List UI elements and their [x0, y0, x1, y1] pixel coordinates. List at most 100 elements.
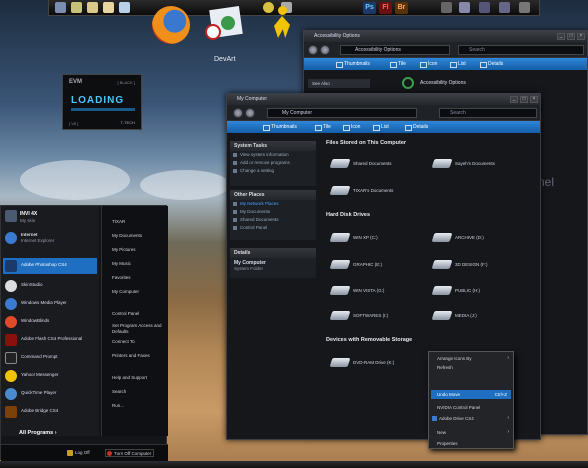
- close-button[interactable]: ×: [530, 96, 538, 103]
- turn-off-button[interactable]: Turn Off Computer: [105, 449, 155, 457]
- shared-documents-folder[interactable]: Shared Documents: [331, 156, 392, 172]
- address-field[interactable]: My Computer: [267, 108, 417, 118]
- right-item-program-access[interactable]: Set Program Access and Defaults: [112, 323, 162, 335]
- maximize-button[interactable]: □: [520, 96, 528, 103]
- right-item-favorites[interactable]: Favorites: [112, 275, 131, 280]
- right-item-my-documents[interactable]: My Documents: [112, 233, 142, 238]
- pinned-flash[interactable]: Adobe Flash CS4 Professional: [3, 332, 97, 348]
- search-input[interactable]: Search: [458, 45, 584, 55]
- my-documents-link[interactable]: My Documents: [230, 208, 316, 216]
- drive-c[interactable]: WIN XP (C:): [331, 230, 378, 246]
- search-input[interactable]: Search: [439, 108, 537, 118]
- right-item-tixar[interactable]: TIXAR: [112, 219, 125, 224]
- tixar-documents-folder[interactable]: TIXAR's Documents: [331, 183, 393, 199]
- right-item-printers[interactable]: Printers and Faxes: [112, 353, 150, 358]
- thumbnails-view-button[interactable]: Thumbnails: [334, 58, 370, 70]
- tile-view-button[interactable]: Tile: [313, 121, 331, 133]
- folder-icon[interactable]: [87, 2, 98, 13]
- view-system-info-link[interactable]: View system information: [230, 151, 316, 159]
- see-also-header[interactable]: See Also: [308, 79, 370, 88]
- menu-undo-move[interactable]: Undo Move: [437, 392, 460, 397]
- back-icon[interactable]: [233, 108, 243, 118]
- flash-icon[interactable]: Fl: [379, 2, 392, 14]
- sayeh-documents-folder[interactable]: Sayeh's Documents: [433, 156, 495, 172]
- right-item-my-pictures[interactable]: My Pictures: [112, 247, 136, 252]
- minimize-button[interactable]: _: [557, 33, 565, 40]
- list-view-button[interactable]: List: [448, 58, 466, 70]
- right-item-my-computer[interactable]: My Computer: [112, 289, 139, 294]
- close-button[interactable]: ×: [577, 33, 585, 40]
- menu-refresh[interactable]: Refresh: [437, 365, 453, 370]
- dvd-drive-k[interactable]: DVD-RAM Drive (K:): [331, 355, 394, 371]
- trash-icon[interactable]: [519, 2, 530, 13]
- log-off-button[interactable]: Log Off: [67, 450, 90, 456]
- shared-documents-link[interactable]: Shared Documents: [230, 216, 316, 224]
- folder-icon[interactable]: [71, 2, 82, 13]
- right-item-my-music[interactable]: My Music: [112, 261, 131, 266]
- settings-icon[interactable]: [499, 2, 510, 13]
- pinned-command-prompt[interactable]: Command Prompt: [3, 350, 97, 366]
- all-programs-button[interactable]: All Programs ›: [19, 430, 57, 436]
- monitor-icon[interactable]: [479, 2, 490, 13]
- details-header[interactable]: Details: [230, 248, 316, 258]
- pinned-quicktime[interactable]: QuickTime Player: [3, 386, 97, 402]
- devart-icon[interactable]: [203, 6, 247, 44]
- list-view-button[interactable]: List: [371, 121, 389, 133]
- details-type: System Folder: [234, 266, 264, 271]
- other-places-header[interactable]: Other Places: [230, 190, 316, 200]
- maximize-button[interactable]: □: [567, 33, 575, 40]
- tile-view-button[interactable]: Tile: [388, 58, 406, 70]
- network-places-link[interactable]: My Network Places: [230, 200, 316, 208]
- drive-i[interactable]: SOFTWARES (I:): [331, 308, 388, 324]
- pinned-windowblinds[interactable]: WindowBlinds: [3, 314, 97, 330]
- drive-f[interactable]: 3D DESIGN (F:): [433, 257, 488, 273]
- drive-j[interactable]: MEDIA (J:): [433, 308, 477, 324]
- details-view-button[interactable]: Details: [478, 58, 503, 70]
- forward-icon[interactable]: [320, 45, 330, 55]
- bridge-icon[interactable]: Br: [395, 2, 408, 14]
- icon-view-button[interactable]: Icon: [341, 121, 360, 133]
- media-icon[interactable]: [441, 2, 452, 13]
- pinned-yahoo-messenger[interactable]: Yahoo! Messenger: [3, 368, 97, 384]
- forward-icon[interactable]: [245, 108, 255, 118]
- change-setting-link[interactable]: Change a setting: [230, 167, 316, 175]
- details-view-button[interactable]: Details: [403, 121, 428, 133]
- icon-view-button[interactable]: Icon: [418, 58, 437, 70]
- right-item-control-panel[interactable]: Control Panel: [112, 311, 139, 316]
- mail-icon[interactable]: [119, 2, 130, 13]
- pinned-bridge[interactable]: Adobe Bridge CS4: [3, 404, 97, 420]
- menu-new[interactable]: New: [437, 430, 446, 435]
- drive-d[interactable]: ARCHIVE (D:): [433, 230, 484, 246]
- skinstudio-icon: [5, 280, 17, 292]
- right-item-connect-to[interactable]: Connect To: [112, 339, 135, 344]
- pinned-media-player[interactable]: Windows Media Player: [3, 296, 97, 312]
- submenu-arrow-icon: ›: [507, 355, 509, 361]
- control-panel-link[interactable]: Control Panel: [230, 224, 316, 232]
- address-field[interactable]: Accessibility Options: [340, 45, 450, 55]
- add-remove-programs-link[interactable]: Add or remove programs: [230, 159, 316, 167]
- minimize-button[interactable]: _: [510, 96, 518, 103]
- display-icon[interactable]: [459, 2, 470, 13]
- photoshop-icon[interactable]: Ps: [363, 2, 376, 14]
- computer-icon[interactable]: [55, 2, 66, 13]
- menu-adobe-drive[interactable]: Adobe Drive CS4: [439, 416, 474, 421]
- firefox-icon[interactable]: [152, 6, 190, 44]
- pinned-photoshop[interactable]: Adobe Photoshop CS4: [3, 258, 97, 274]
- back-icon[interactable]: [308, 45, 318, 55]
- pinned-internet[interactable]: Internet Internet Explorer: [3, 230, 97, 246]
- details-panel: Details My Computer System Folder: [230, 248, 316, 278]
- right-item-help[interactable]: Help and Support: [112, 375, 147, 380]
- right-item-search[interactable]: Search: [112, 389, 126, 394]
- menu-arrange-icons[interactable]: Arrange Icons By: [437, 356, 472, 361]
- system-tasks-header[interactable]: System Tasks: [230, 141, 316, 151]
- documents-icon[interactable]: [103, 2, 114, 13]
- right-item-run[interactable]: Run...: [112, 403, 124, 408]
- menu-nvidia-control-panel[interactable]: NVIDIA Control Panel: [437, 405, 480, 410]
- menu-properties[interactable]: Properties: [437, 441, 458, 446]
- pinned-skinstudio[interactable]: SkinStudio: [3, 278, 97, 294]
- aim-icon[interactable]: [268, 6, 298, 42]
- drive-g[interactable]: WIN VISTA (G:): [331, 283, 384, 299]
- drive-h[interactable]: PUBLIC (H:): [433, 283, 480, 299]
- drive-e[interactable]: GRAPHIC (E:): [331, 257, 382, 273]
- thumbnails-view-button[interactable]: Thumbnails: [261, 121, 297, 133]
